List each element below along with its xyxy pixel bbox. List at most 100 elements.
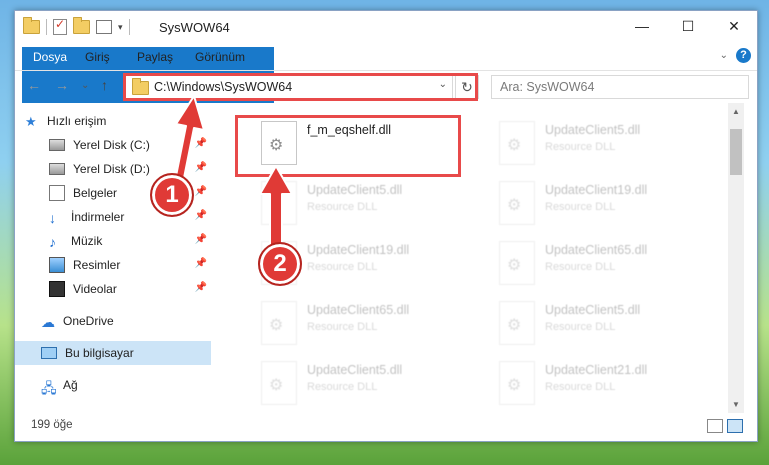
file-description: Resource DLL <box>545 261 616 273</box>
sidebar-item-label: Yerel Disk (D:) <box>73 162 150 176</box>
file-description: Resource DLL <box>545 141 616 153</box>
file-item[interactable]: UpdateClient21.dll Resource DLL <box>473 355 703 411</box>
sidebar-item-onedrive[interactable]: ☁ OneDrive <box>41 309 211 333</box>
sidebar-item-quick-access[interactable]: ★ Hızlı erişim <box>25 109 211 133</box>
file-name: UpdateClient5.dll <box>545 123 641 137</box>
music-icon: ♪ <box>49 234 56 250</box>
toolbar-divider <box>128 19 130 35</box>
file-name: UpdateClient5.dll <box>307 363 403 377</box>
download-icon: ↓ <box>49 210 56 226</box>
search-placeholder: Ara: SysWOW64 <box>500 80 595 94</box>
star-icon: ★ <box>25 114 37 129</box>
sidebar-item-local-disk-c[interactable]: Yerel Disk (C:) 📌 <box>49 133 211 157</box>
dll-file-icon <box>261 361 297 405</box>
scroll-down-arrow-icon[interactable]: ▼ <box>732 400 740 409</box>
file-item[interactable]: UpdateClient65.dll Resource DLL <box>473 235 703 291</box>
navigation-bar: ← → ⌄ ↑ C:\Windows\SysWOW64 ⌄ ↻ Ara: Sys… <box>15 70 757 103</box>
dll-file-icon <box>499 301 535 345</box>
file-description: Resource DLL <box>307 381 378 393</box>
file-item[interactable]: UpdateClient19.dll Resource DLL <box>473 175 703 231</box>
sidebar-item-music[interactable]: ♪ Müzik 📌 <box>49 229 211 253</box>
file-item[interactable]: UpdateClient5.dll Resource DLL <box>473 115 703 171</box>
computer-icon <box>41 347 57 359</box>
sidebar-item-this-pc[interactable]: Bu bilgisayar <box>15 341 211 365</box>
sidebar-item-label: Resimler <box>73 258 121 272</box>
file-item[interactable]: UpdateClient5.dll Resource DLL <box>235 355 465 411</box>
navigation-pane: ★ Hızlı erişim Yerel Disk (C:) 📌 Yerel D… <box>15 103 213 413</box>
file-name: UpdateClient5.dll <box>307 183 403 197</box>
tab-share[interactable]: Paylaş <box>131 47 179 67</box>
dll-file-icon <box>499 181 535 225</box>
sidebar-item-label: Videolar <box>73 282 117 296</box>
file-item[interactable]: UpdateClient5.dll Resource DLL <box>473 295 703 351</box>
sidebar-item-label: Bu bilgisayar <box>65 346 134 360</box>
recent-locations-chevron-icon[interactable]: ⌄ <box>81 80 89 91</box>
file-name: UpdateClient65.dll <box>307 303 410 317</box>
customize-toolbar-chevron-icon[interactable]: ▾ <box>118 22 123 33</box>
minimize-button[interactable]: — <box>619 11 665 41</box>
quick-access-toolbar: ▾ <box>23 17 130 35</box>
vertical-scrollbar[interactable]: ▲ ▼ <box>728 103 744 413</box>
drive-icon <box>49 163 65 175</box>
file-name: UpdateClient21.dll <box>545 363 648 377</box>
sidebar-item-local-disk-d[interactable]: Yerel Disk (D:) 📌 <box>49 157 211 181</box>
network-icon: 🖧 <box>41 380 57 396</box>
scrollbar-thumb[interactable] <box>730 129 742 175</box>
pictures-icon <box>49 257 65 273</box>
file-name: UpdateClient5.dll <box>545 303 641 317</box>
sidebar-item-label: İndirmeler <box>71 210 125 224</box>
pin-icon[interactable]: 📌 <box>195 282 207 293</box>
file-name: UpdateClient19.dll <box>545 183 648 197</box>
new-folder-icon[interactable] <box>73 17 90 34</box>
up-button[interactable]: ↑ <box>101 77 108 93</box>
callout-badge-two: 2 <box>258 242 302 286</box>
pin-icon[interactable]: 📌 <box>195 234 207 245</box>
toolbar-divider <box>46 19 47 35</box>
details-view-icon[interactable] <box>707 419 723 433</box>
forward-button[interactable]: → <box>55 77 69 93</box>
large-icons-view-icon[interactable] <box>727 419 743 433</box>
file-description: Resource DLL <box>307 201 378 213</box>
drive-icon <box>49 139 65 151</box>
dll-file-icon <box>499 241 535 285</box>
properties-check-icon[interactable] <box>53 17 67 35</box>
view-options-icon[interactable] <box>96 20 112 34</box>
file-highlight-frame <box>235 115 461 177</box>
file-description: Resource DLL <box>307 261 378 273</box>
sidebar-item-videos[interactable]: Videolar 📌 <box>49 277 211 301</box>
sidebar-item-label: Müzik <box>71 234 103 248</box>
callout-badge-one: 1 <box>150 173 194 217</box>
sidebar-item-label: OneDrive <box>63 314 114 328</box>
file-item[interactable]: UpdateClient5.dll Resource DLL <box>235 175 465 231</box>
folder-icon <box>23 17 40 34</box>
close-button[interactable]: ✕ <box>711 11 757 41</box>
file-description: Resource DLL <box>545 201 616 213</box>
sidebar-item-label: Ağ <box>63 378 78 392</box>
search-box[interactable]: Ara: SysWOW64 <box>491 75 749 99</box>
maximize-button[interactable]: ☐ <box>665 11 711 41</box>
tab-home[interactable]: Giriş <box>79 47 116 67</box>
status-bar: 199 öğe <box>15 413 757 439</box>
item-count: 199 öğe <box>31 419 73 431</box>
sidebar-item-network[interactable]: 🖧 Ağ <box>41 373 211 397</box>
help-icon[interactable]: ? <box>736 48 751 63</box>
pin-icon[interactable]: 📌 <box>195 186 207 197</box>
scroll-up-arrow-icon[interactable]: ▲ <box>732 107 740 116</box>
pin-icon[interactable]: 📌 <box>195 162 207 173</box>
sidebar-item-label: Belgeler <box>73 186 118 200</box>
dll-file-icon <box>261 181 297 225</box>
pin-icon[interactable]: 📌 <box>195 258 207 269</box>
dll-file-icon <box>261 301 297 345</box>
view-toggle <box>707 419 743 433</box>
pin-icon[interactable]: 📌 <box>195 138 207 149</box>
pin-icon[interactable]: 📌 <box>195 210 207 221</box>
sidebar-item-pictures[interactable]: Resimler 📌 <box>49 253 211 277</box>
window-title: SysWOW64 <box>159 20 230 35</box>
file-description: Resource DLL <box>307 321 378 333</box>
ribbon-expand-chevron-icon[interactable]: ⌄ <box>720 50 728 61</box>
file-item[interactable]: UpdateClient65.dll Resource DLL <box>235 295 465 351</box>
tab-view[interactable]: Görünüm <box>189 47 251 67</box>
file-description: Resource DLL <box>545 321 616 333</box>
explorer-window: ▾ SysWOW64 — ☐ ✕ Dosya Giriş Paylaş Görü… <box>14 10 758 442</box>
back-button[interactable]: ← <box>27 77 41 93</box>
